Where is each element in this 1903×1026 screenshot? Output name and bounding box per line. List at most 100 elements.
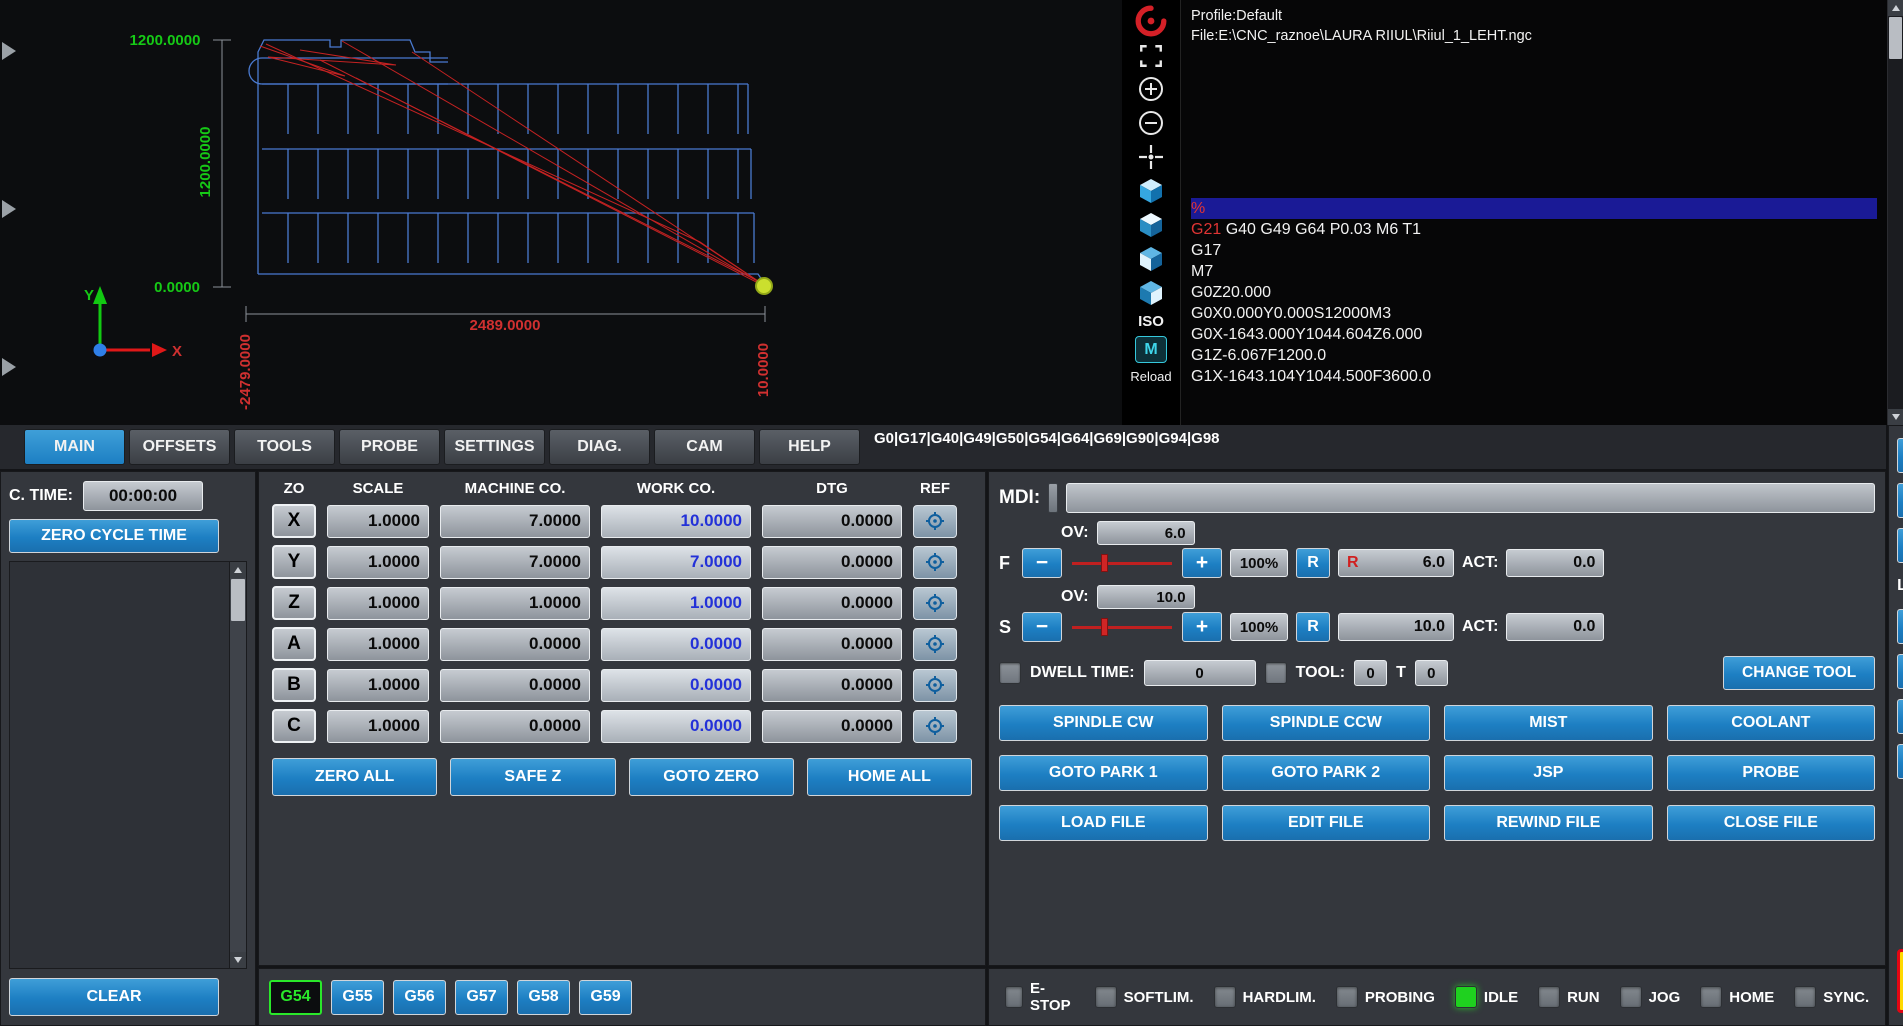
gcode-listing[interactable]: Profile:Default File:E:\CNC_raznoe\LAURA… — [1181, 0, 1887, 425]
iso-view-button[interactable]: ISO — [1138, 313, 1164, 330]
ref-button-a[interactable] — [913, 627, 957, 661]
mdi-input[interactable] — [1066, 483, 1876, 513]
tab-settings[interactable]: SETTINGS — [444, 429, 545, 465]
single-line-button[interactable]: SINGLE LINE — [1897, 483, 1903, 518]
dwell-checkbox[interactable] — [999, 662, 1021, 684]
sync-led-indicator[interactable] — [1794, 986, 1817, 1008]
message-list[interactable] — [9, 561, 247, 969]
home-led-indicator[interactable] — [1700, 986, 1723, 1008]
offset-g59-button[interactable]: G59 — [579, 979, 632, 1015]
tab-main[interactable]: MAIN — [24, 429, 125, 465]
softlim-led-indicator[interactable] — [1094, 986, 1117, 1008]
scale-field-c[interactable]: 1.0000 — [327, 709, 429, 743]
gcode-scrollbar[interactable] — [1887, 0, 1903, 425]
close-file-button[interactable]: CLOSE FILE — [1666, 805, 1876, 841]
view-front-cube-icon[interactable] — [1137, 245, 1165, 273]
gcode-line[interactable]: M7 — [1191, 261, 1877, 282]
scrollbar-thumb[interactable] — [1889, 17, 1902, 59]
offset-g54-button[interactable]: G54 — [269, 979, 322, 1015]
feed-reset-override-button[interactable]: R — [1296, 548, 1330, 578]
spindle-ccw-button[interactable]: SPINDLE CCW — [1221, 705, 1431, 741]
offset-g56-button[interactable]: G56 — [393, 979, 446, 1015]
scrollbar-thumb[interactable] — [231, 579, 245, 621]
goto-zero-button[interactable]: GOTO ZERO — [628, 758, 794, 796]
axis-button-x[interactable]: X — [272, 504, 316, 538]
safe-z-button[interactable]: SAFE Z — [450, 758, 616, 796]
tab-help[interactable]: HELP — [759, 429, 860, 465]
t-number-field[interactable]: 0 — [1414, 660, 1448, 686]
work-co-field-b[interactable]: 0.0000 — [601, 668, 751, 702]
work-co-field-x[interactable]: 10.0000 — [601, 504, 751, 538]
run-led-indicator[interactable] — [1538, 986, 1561, 1008]
zoom-in-icon[interactable] — [1137, 75, 1165, 103]
gcode-line[interactable]: G21 G40 G49 G64 P0.03 M6 T1 — [1191, 219, 1877, 240]
ref-button-z[interactable] — [913, 586, 957, 620]
spindle-plus-button[interactable]: + — [1182, 612, 1222, 642]
ref-button-c[interactable] — [913, 709, 957, 743]
view-3d-cube-icon[interactable] — [1137, 177, 1165, 205]
offset-g58-button[interactable]: G58 — [517, 979, 570, 1015]
scroll-down-icon[interactable] — [1888, 409, 1903, 425]
scrollbar-track[interactable] — [230, 622, 246, 952]
scale-field-x[interactable]: 1.0000 — [327, 504, 429, 538]
tool-number-field[interactable]: 0 — [1354, 660, 1388, 686]
tab-probe[interactable]: PROBE — [339, 429, 440, 465]
axis-button-c[interactable]: C — [272, 709, 316, 743]
scale-field-b[interactable]: 1.0000 — [327, 668, 429, 702]
home-all-button[interactable]: HOME ALL — [806, 758, 972, 796]
idle-led-indicator[interactable] — [1454, 986, 1477, 1008]
override-limits-button[interactable]: OVERRIDE LIMITS — [1897, 699, 1903, 734]
gcode-line[interactable]: G17 — [1191, 240, 1877, 261]
feed-minus-button[interactable]: − — [1022, 548, 1062, 578]
work-co-field-a[interactable]: 0.0000 — [601, 627, 751, 661]
probing-led-indicator[interactable] — [1335, 986, 1358, 1008]
scale-field-y[interactable]: 1.0000 — [327, 545, 429, 579]
tab-diag[interactable]: DIAG. — [549, 429, 650, 465]
toolpath-preview[interactable]: 1200.0000 1200.0000 0.0000 2489.0000 -24… — [0, 0, 1122, 425]
ref-button-y[interactable] — [913, 545, 957, 579]
offset-g55-button[interactable]: G55 — [331, 979, 384, 1015]
toolpath-canvas[interactable]: 1200.0000 1200.0000 0.0000 2489.0000 -24… — [0, 0, 1122, 425]
feed-plus-button[interactable]: + — [1182, 548, 1222, 578]
mdi-splitter-handle[interactable] — [1048, 483, 1059, 513]
goto-park-1-button[interactable]: GOTO PARK 1 — [999, 755, 1208, 791]
gcode-line[interactable]: G0X-1643.000Y1044.604Z6.000 — [1191, 324, 1877, 345]
gcode-line-current[interactable]: % — [1191, 198, 1877, 219]
slider-handle[interactable] — [1101, 554, 1109, 572]
gcode-line[interactable]: G1Z-6.067F1200.0 — [1191, 345, 1877, 366]
tab-offsets[interactable]: OFFSETS — [129, 429, 230, 465]
cycle-stop-button[interactable]: CYCLE STOP — [1897, 744, 1903, 779]
load-file-button[interactable]: LOAD FILE — [999, 805, 1208, 841]
run-from-here-button[interactable]: RUN FROM HERE — [1897, 609, 1903, 644]
feed-hold-button[interactable]: FEED HOLD — [1897, 528, 1903, 563]
panel-expander-arrow-icon[interactable] — [2, 42, 16, 60]
jsp-button[interactable]: JSP — [1444, 755, 1653, 791]
probe-button[interactable]: PROBE — [1666, 755, 1876, 791]
tab-cam[interactable]: CAM — [654, 429, 755, 465]
axis-button-a[interactable]: A — [272, 627, 316, 661]
scrollbar-track[interactable] — [1888, 60, 1903, 409]
spindle-minus-button[interactable]: − — [1022, 612, 1062, 642]
reload-button[interactable]: Reload — [1130, 369, 1171, 384]
cycle-start-button[interactable]: CYCLE START — [1897, 438, 1903, 473]
work-co-field-y[interactable]: 7.0000 — [601, 545, 751, 579]
axis-button-b[interactable]: B — [272, 668, 316, 702]
zero-all-button[interactable]: ZERO ALL — [272, 758, 438, 796]
tab-tools[interactable]: TOOLS — [234, 429, 335, 465]
message-list-body[interactable] — [10, 562, 229, 968]
slider-handle[interactable] — [1101, 618, 1109, 636]
view-top-cube-icon[interactable] — [1137, 211, 1165, 239]
axis-button-z[interactable]: Z — [272, 586, 316, 620]
center-view-icon[interactable] — [1137, 143, 1165, 171]
scale-field-z[interactable]: 1.0000 — [327, 586, 429, 620]
mist-button[interactable]: MIST — [1444, 705, 1653, 741]
message-list-scrollbar[interactable] — [229, 562, 246, 968]
scale-field-a[interactable]: 1.0000 — [327, 627, 429, 661]
spindle-reset-override-button[interactable]: R — [1296, 612, 1330, 642]
zero-cycle-time-button[interactable]: ZERO CYCLE TIME — [9, 519, 219, 553]
spindle-override-slider[interactable] — [1070, 615, 1174, 639]
hardlim-led-indicator[interactable] — [1213, 986, 1236, 1008]
jog-led-indicator[interactable] — [1619, 986, 1642, 1008]
reset-button[interactable]: RESET — [1897, 949, 1903, 1013]
view-side-cube-icon[interactable] — [1137, 279, 1165, 307]
